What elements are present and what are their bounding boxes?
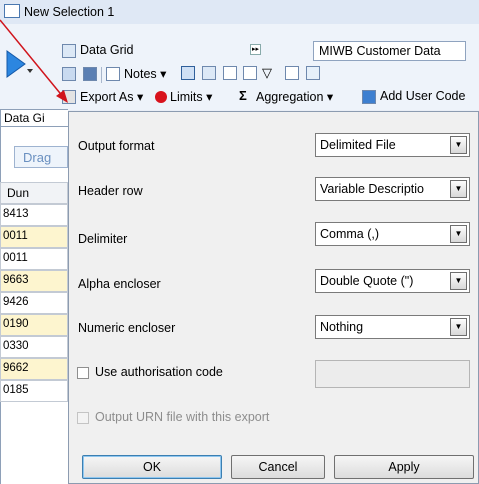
query-icon[interactable] (202, 66, 216, 80)
delimiter-label: Delimiter (78, 232, 128, 246)
alpha-encloser-select[interactable]: Double Quote (") ▼ (315, 269, 470, 293)
cancel-button[interactable]: Cancel (231, 455, 325, 479)
numeric-encloser-label: Numeric encloser (78, 321, 176, 335)
save-icon[interactable] (83, 67, 97, 81)
table-row[interactable]: 9663 (0, 270, 68, 292)
view-select[interactable]: ▸▸ (78, 42, 263, 58)
limits-label: Limits (170, 90, 203, 104)
dataset-box[interactable]: MIWB Customer Data (313, 41, 466, 61)
delimiter-select[interactable]: Comma (,) ▼ (315, 222, 470, 246)
ok-button[interactable]: OK (82, 455, 222, 479)
split-icon[interactable] (306, 66, 320, 80)
delimiter-value: Comma (,) (320, 227, 380, 241)
numeric-encloser-value: Nothing (320, 320, 364, 334)
notes-label: Notes (124, 67, 157, 81)
numeric-encloser-select[interactable]: Nothing ▼ (315, 315, 470, 339)
chevron-down-icon[interactable]: ▼ (450, 272, 467, 290)
aggregation-button[interactable]: Aggregation ▾ (256, 89, 333, 104)
chevron-down-icon[interactable]: ▼ (450, 136, 467, 154)
alpha-encloser-label: Alpha encloser (78, 277, 161, 291)
chevron-down-icon[interactable]: ▼ (450, 225, 467, 243)
sort-descending-icon[interactable] (243, 66, 257, 80)
output-format-value: Delimited File (320, 138, 396, 152)
header-row-value: Variable Descriptio (320, 182, 424, 196)
arrow-annotation (0, 19, 68, 103)
use-auth-code-checkbox[interactable] (77, 367, 89, 379)
export-as-button[interactable]: Export As ▾ (80, 89, 143, 104)
table-row[interactable]: 9662 (0, 358, 68, 380)
add-user-code-button[interactable]: Add User Code (380, 89, 465, 103)
header-row-select[interactable]: Variable Descriptio ▼ (315, 177, 470, 201)
header-row-label: Header row (78, 184, 143, 198)
drag-hint: Drag (14, 146, 68, 168)
limits-icon (155, 91, 167, 103)
toolbar-separator (101, 67, 102, 83)
export-as-label: Export As (80, 90, 134, 104)
apply-button[interactable]: Apply (334, 455, 474, 479)
expand-icon[interactable]: ▸▸ (250, 44, 261, 55)
table-icon[interactable] (285, 66, 299, 80)
sigma-icon: Σ (239, 88, 247, 103)
grid-tab[interactable]: Data Gi (0, 109, 68, 127)
output-format-label: Output format (78, 139, 155, 153)
use-auth-code-label: Use authorisation code (95, 365, 223, 379)
export-dialog (68, 111, 479, 484)
output-urn-checkbox[interactable] (77, 412, 89, 424)
table-row[interactable]: 0190 (0, 314, 68, 336)
table-row[interactable]: 9426 (0, 292, 68, 314)
auth-code-input[interactable] (315, 360, 470, 388)
sort-ascending-icon[interactable] (223, 66, 237, 80)
table-row[interactable]: 0011 (0, 226, 68, 248)
table-row[interactable]: 0185 (0, 380, 68, 402)
table-row[interactable]: 0330 (0, 336, 68, 358)
notes-button[interactable]: Notes ▾ (124, 66, 166, 81)
selection-icon[interactable] (181, 66, 195, 80)
column-header[interactable]: Dun (0, 182, 68, 204)
chevron-down-icon[interactable]: ▼ (450, 180, 467, 198)
output-format-select[interactable]: Delimited File ▼ (315, 133, 470, 157)
alpha-encloser-value: Double Quote (") (320, 274, 414, 288)
table-row[interactable]: 8413 (0, 204, 68, 226)
table-row[interactable]: 0011 (0, 248, 68, 270)
chevron-down-icon[interactable]: ▼ (450, 318, 467, 336)
filter-icon[interactable]: ▽ (262, 65, 272, 81)
aggregation-label: Aggregation (256, 90, 324, 104)
output-urn-label: Output URN file with this export (95, 410, 270, 424)
limits-button[interactable]: Limits ▾ (170, 89, 212, 104)
notes-icon (106, 67, 120, 81)
user-code-icon (362, 90, 376, 104)
